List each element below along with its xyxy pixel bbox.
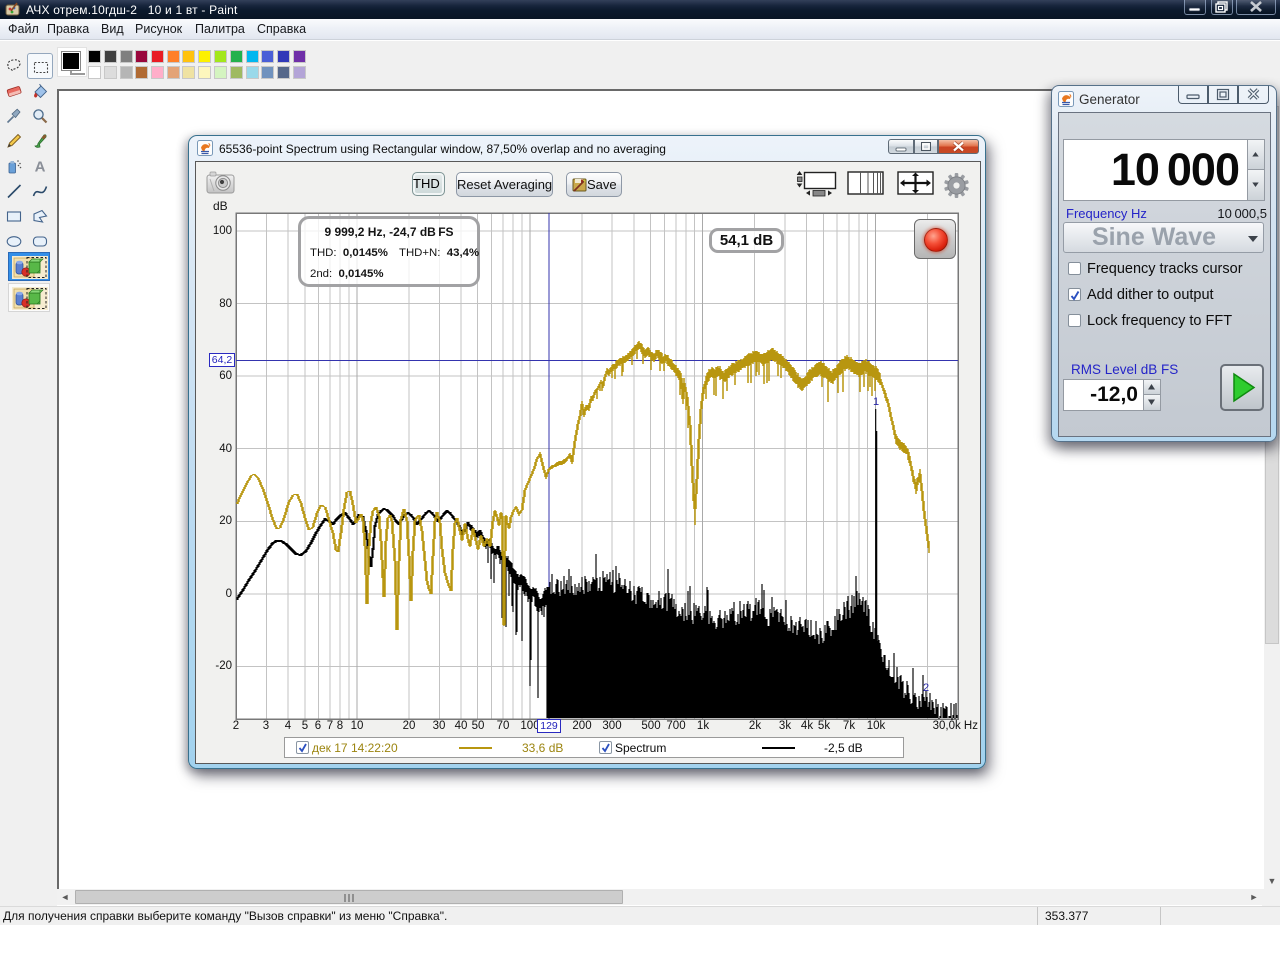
svg-text:1: 1 (873, 396, 879, 408)
svg-text:2: 2 (923, 682, 929, 694)
svg-text:A: A (35, 159, 46, 176)
